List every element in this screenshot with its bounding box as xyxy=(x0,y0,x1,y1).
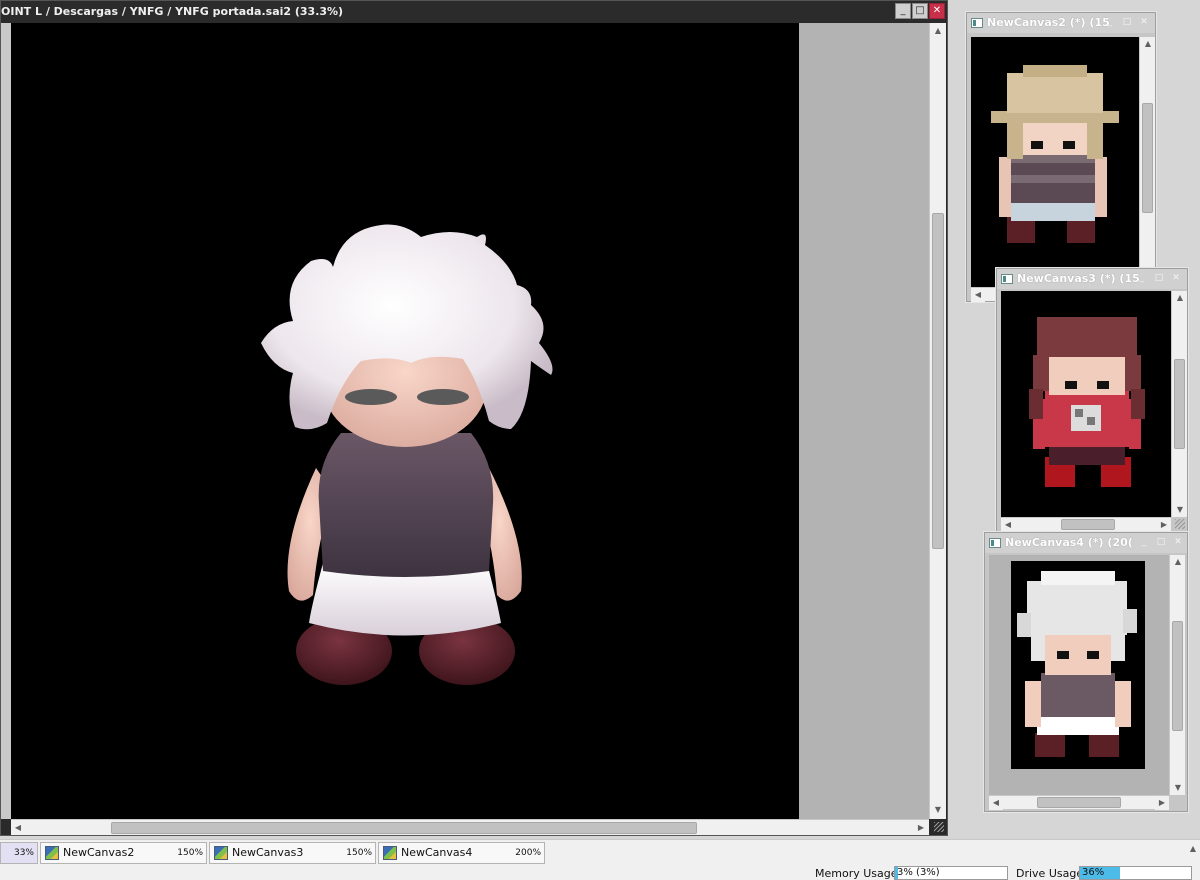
status-bar: Memory Usage 3% (3%) Drive Usage 36% xyxy=(0,865,1200,880)
canvas-window-2[interactable]: NewCanvas2 (*) (15 _ □ ✕ ▲ ◀ xyxy=(966,12,1156,302)
tab-newcanvas3[interactable]: NewCanvas3 150% xyxy=(209,842,376,864)
scroll-right-icon[interactable]: ▶ xyxy=(914,821,928,835)
main-horizontal-scrollbar[interactable]: ◀ ▶ xyxy=(11,819,929,835)
scroll-up-icon[interactable]: ▲ xyxy=(1141,37,1155,51)
canvas-window-4-title: NewCanvas4 (*) (20( xyxy=(1005,536,1133,549)
scroll-down-icon[interactable]: ▼ xyxy=(1173,503,1187,517)
drive-usage-value: 36% xyxy=(1082,867,1105,878)
tab-newcanvas4[interactable]: NewCanvas4 200% xyxy=(378,842,545,864)
scroll-up-icon[interactable]: ▲ xyxy=(1171,555,1185,569)
document-icon xyxy=(1001,274,1013,284)
horizontal-scroll-thumb[interactable] xyxy=(1037,797,1121,808)
scroll-down-icon[interactable]: ▼ xyxy=(1171,781,1185,795)
vertical-scroll-thumb[interactable] xyxy=(1174,359,1185,449)
minimize-button[interactable]: _ xyxy=(1103,16,1117,30)
minimize-button[interactable]: _ xyxy=(895,3,911,19)
scroll-up-icon[interactable]: ▲ xyxy=(931,24,945,38)
drive-usage-label: Drive Usage xyxy=(1016,867,1084,880)
close-button[interactable]: ✕ xyxy=(1169,272,1183,286)
canvas-4-vertical-scrollbar[interactable]: ▲ ▼ xyxy=(1169,555,1185,795)
scroll-left-icon[interactable]: ◀ xyxy=(11,821,25,835)
memory-usage-value: 3% (3%) xyxy=(897,867,940,878)
document-tab-bar: 33% NewCanvas2 150% NewCanvas3 150% NewC… xyxy=(0,839,1200,865)
maximize-button[interactable]: □ xyxy=(1152,272,1166,286)
tab-zoom-level: 200% xyxy=(515,848,541,858)
tab-zoom-level: 150% xyxy=(177,848,203,858)
canvas-window-3[interactable]: NewCanvas3 (*) (15 _ □ ✕ ▲ ▼ ◀ ▶ xyxy=(996,268,1188,532)
document-icon xyxy=(989,538,1001,548)
close-button[interactable]: ✕ xyxy=(929,3,945,19)
canvas-window-2-title: NewCanvas2 (*) (15 xyxy=(987,16,1110,29)
horizontal-scroll-thumb[interactable] xyxy=(1061,519,1115,530)
maximize-button[interactable]: □ xyxy=(912,3,928,19)
scroll-right-icon[interactable]: ▶ xyxy=(1157,518,1171,532)
pixel-character-white-hair xyxy=(1017,571,1137,757)
main-document-window: OINT L / Descargas / YNFG / YNFG portada… xyxy=(0,0,948,836)
memory-usage-meter: 3% (3%) xyxy=(894,866,1008,880)
tab-newcanvas2[interactable]: NewCanvas2 150% xyxy=(40,842,207,864)
left-eye xyxy=(345,389,397,405)
canvas-thumbnail-icon xyxy=(383,846,397,860)
canvas-window-3-title: NewCanvas3 (*) (15 xyxy=(1017,272,1140,285)
tab-scroll-up-icon[interactable]: ▲ xyxy=(1186,842,1200,856)
drive-usage-meter: 36% xyxy=(1079,866,1192,880)
minimize-button[interactable]: _ xyxy=(1137,536,1151,550)
canvas-4-horizontal-scrollbar[interactable]: ◀ ▶ xyxy=(989,795,1169,810)
canvas-thumbnail-icon xyxy=(214,846,228,860)
scroll-down-icon[interactable]: ▼ xyxy=(931,803,945,817)
pixel-character-blonde xyxy=(991,65,1119,243)
canvas-3-horizontal-scrollbar[interactable]: ◀ ▶ xyxy=(1001,517,1171,532)
tab-ynfg-portada[interactable]: 33% xyxy=(0,842,38,864)
scroll-up-icon[interactable]: ▲ xyxy=(1173,291,1187,305)
tab-zoom-level: 150% xyxy=(346,848,372,858)
tab-name: NewCanvas4 xyxy=(401,846,473,859)
scroll-left-icon[interactable]: ◀ xyxy=(971,288,985,302)
vertical-scroll-thumb[interactable] xyxy=(1172,621,1183,731)
canvas-4-area[interactable] xyxy=(989,555,1169,795)
left-frame xyxy=(1,23,11,819)
horizontal-scroll-thumb[interactable] xyxy=(111,822,697,834)
resize-grip-icon[interactable] xyxy=(1175,519,1185,529)
memory-usage-label: Memory Usage xyxy=(815,867,898,880)
main-canvas[interactable] xyxy=(11,23,799,819)
main-vertical-scrollbar[interactable]: ▲ ▼ xyxy=(929,23,946,819)
resize-grip-icon[interactable] xyxy=(934,822,944,832)
scroll-left-icon[interactable]: ◀ xyxy=(1001,518,1015,532)
canvas-thumbnail-icon xyxy=(45,846,59,860)
main-canvas-area[interactable] xyxy=(11,23,929,819)
minimize-button[interactable]: _ xyxy=(1135,272,1149,286)
canvas-4-image xyxy=(1011,561,1145,769)
maximize-button[interactable]: □ xyxy=(1154,536,1168,550)
scroll-left-icon[interactable]: ◀ xyxy=(989,796,1003,810)
main-title-bar[interactable]: OINT L / Descargas / YNFG / YNFG portada… xyxy=(1,1,947,22)
right-eye xyxy=(417,389,469,405)
canvas-2-vertical-scrollbar[interactable]: ▲ xyxy=(1139,37,1155,287)
document-icon xyxy=(971,18,983,28)
vertical-scroll-thumb[interactable] xyxy=(1142,103,1153,213)
maximize-button[interactable]: □ xyxy=(1120,16,1134,30)
scroll-right-icon[interactable]: ▶ xyxy=(1155,796,1169,810)
vertical-scroll-thumb[interactable] xyxy=(932,213,944,549)
close-button[interactable]: ✕ xyxy=(1171,536,1185,550)
canvas-window-4[interactable]: NewCanvas4 (*) (20( _ □ ✕ ▲ ▼ ◀ ▶ xyxy=(984,532,1188,812)
shirt xyxy=(318,433,494,577)
main-window-title: OINT L / Descargas / YNFG / YNFG portada… xyxy=(1,5,344,18)
tab-name: NewCanvas3 xyxy=(232,846,304,859)
canvas-2-area[interactable] xyxy=(971,37,1139,287)
tab-name: NewCanvas2 xyxy=(63,846,135,859)
tab-zoom-level: 33% xyxy=(13,848,34,858)
pixel-character-madotsuki xyxy=(1029,317,1145,487)
canvas-3-vertical-scrollbar[interactable]: ▲ ▼ xyxy=(1171,291,1187,517)
close-button[interactable]: ✕ xyxy=(1137,16,1151,30)
canvas-3-area[interactable] xyxy=(1001,291,1171,517)
character-illustration xyxy=(261,224,553,685)
